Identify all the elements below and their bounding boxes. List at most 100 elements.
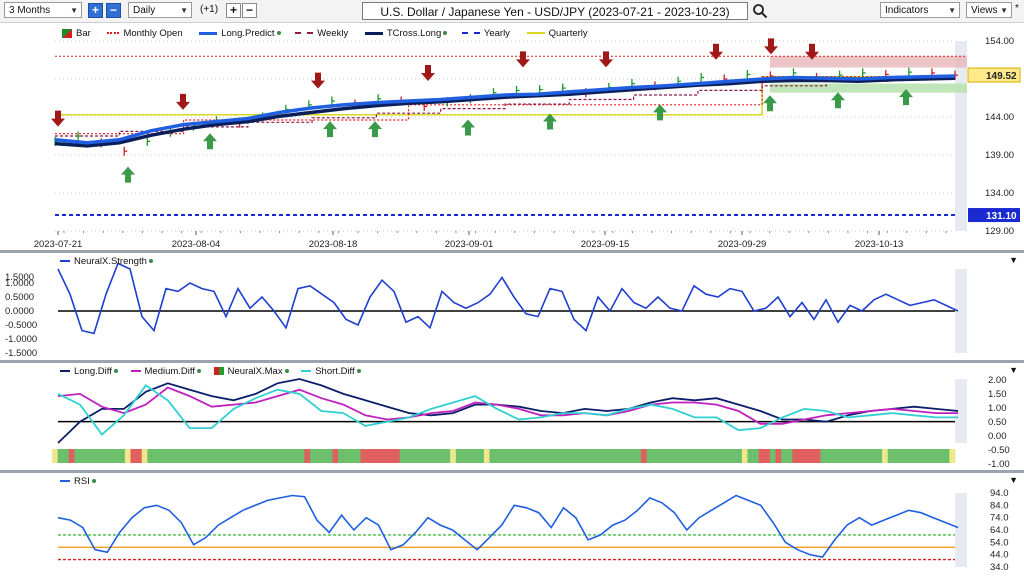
search-icon[interactable] (752, 3, 768, 19)
neuralx-max-cell (915, 449, 922, 463)
line-swatch-icon (526, 32, 545, 35)
neuralx-max-cell (607, 449, 614, 463)
legend-quarterly[interactable]: Quarterly (526, 28, 588, 39)
legend-short-diff[interactable]: Short.Diff (301, 366, 361, 377)
neuralx-max-cell (276, 449, 283, 463)
line-swatch-icon (199, 31, 218, 35)
symbol-title[interactable]: U.S. Dollar / Japanese Yen - USD/JPY (20… (362, 2, 748, 20)
collapse-icon[interactable]: ▼ (1009, 255, 1018, 265)
visibility-dot-icon[interactable] (197, 369, 202, 374)
collapse-icon[interactable]: ▼ (1009, 365, 1018, 375)
resistance-zone (770, 56, 967, 68)
legend-weekly[interactable]: Weekly (295, 28, 348, 39)
visibility-dot-icon[interactable] (276, 31, 281, 36)
plot-area (55, 41, 955, 231)
neuralx-max-cell (506, 449, 513, 463)
neuralx-max-cell (287, 449, 294, 463)
diff-axis-label: 0.50 (988, 417, 1007, 428)
diff-legend: Long.Diff Medium.Diff NeuralX.Max Short.… (60, 366, 361, 377)
neuralx-max-cell (119, 449, 126, 463)
neuralx-max-cell (63, 449, 70, 463)
visibility-dot-icon[interactable] (113, 369, 118, 374)
neuralx-max-cell (91, 449, 98, 463)
neuralx-max-cell (461, 449, 468, 463)
interval-select[interactable]: Daily ▼ (128, 2, 192, 18)
neuralx-max-cell (562, 449, 569, 463)
legend-neuralx-max[interactable]: NeuralX.Max (213, 366, 289, 377)
line-swatch-icon (130, 370, 141, 373)
neuralx-max-cell (259, 449, 266, 463)
neuralx-max-cell (859, 449, 866, 463)
neuralx-max-cell (786, 449, 793, 463)
date-label: 2023-09-01 (445, 239, 494, 250)
neuralx-max-cell (181, 449, 188, 463)
visibility-dot-icon[interactable] (356, 369, 361, 374)
neuralx-max-cell (949, 449, 956, 463)
neuralx-max-cell (270, 449, 277, 463)
neuralx-max-cell (551, 449, 558, 463)
neuralx-max-cell (169, 449, 176, 463)
rsi-chart[interactable]: 94.084.0 74.064.054.0 44.034.0 (0, 473, 1024, 584)
strength-legend[interactable]: NeuralX.Strength (60, 256, 153, 267)
strength-line (57, 262, 959, 335)
neuralx-max-cell (500, 449, 507, 463)
collapse-icon[interactable]: ▼ (1009, 475, 1018, 485)
neuralx-max-cell (539, 449, 546, 463)
offset-minus-button[interactable]: − (242, 3, 257, 18)
neuralx-max-cell (938, 449, 945, 463)
rsi-axis-label: 34.0 (990, 562, 1009, 573)
legend-tcross-long[interactable]: TCross.Long (364, 28, 448, 39)
strength-chart[interactable]: 1.50001.00000.50000.0000-0.5000-1.0000-1… (0, 253, 1024, 360)
neuralx-max-cell (820, 449, 827, 463)
neuralx-max-cell (152, 449, 159, 463)
views-select[interactable]: Views ▼ (966, 2, 1012, 18)
neuralx-max-cell (882, 449, 889, 463)
offset-plus-button[interactable]: + (226, 3, 241, 18)
neuralx-max-cell (590, 449, 597, 463)
current-price-label: 149.52 (986, 71, 1017, 82)
date-label: 2023-08-04 (172, 239, 221, 250)
neuralx-max-cell (377, 449, 384, 463)
neuralx-max-cell (747, 449, 754, 463)
rsi-axis-label: 94.0 (990, 488, 1009, 499)
neuralx-max-cell (910, 449, 917, 463)
legend-bar[interactable]: Bar (62, 28, 91, 39)
visibility-dot-icon[interactable] (443, 31, 448, 36)
legend-long-diff[interactable]: Long.Diff (60, 366, 118, 377)
neuralx-max-cell (450, 449, 457, 463)
visibility-dot-icon[interactable] (148, 259, 153, 264)
neuralx-max-cell (209, 449, 216, 463)
line-swatch-icon (60, 370, 70, 373)
neuralx-max-cell (702, 449, 709, 463)
neuralx-max-cell (455, 449, 462, 463)
legend-medium-diff[interactable]: Medium.Diff (130, 366, 202, 377)
zoom-out-button[interactable]: − (106, 3, 121, 18)
neuralx-max-cell (394, 449, 401, 463)
visibility-dot-icon[interactable] (91, 479, 96, 484)
rsi-pane: 94.0 84.0 74.0 64.0 54.0 44.0 34.0 RSI ▼ (0, 473, 1024, 584)
neuralx-max-cell (753, 449, 760, 463)
legend-yearly[interactable]: Yearly (461, 28, 510, 39)
legend-long-predict[interactable]: Long.Predict (199, 28, 281, 39)
neuralx-max-cell (467, 449, 474, 463)
indicators-select[interactable]: Indicators ▼ (880, 2, 960, 18)
neuralx-max-cell (652, 449, 659, 463)
neuralx-max-cell (831, 449, 838, 463)
neuralx-max-cell (354, 449, 361, 463)
neuralx-max-cell (96, 449, 103, 463)
zoom-in-button[interactable]: + (88, 3, 103, 18)
neuralx-max-cell (764, 449, 771, 463)
price-chart[interactable]: 154.00 144.00 139.00 134.00 129.00 149.52 131.… (0, 23, 1024, 250)
rsi-legend[interactable]: RSI (60, 476, 96, 487)
legend-monthly-open[interactable]: Monthly Open (107, 28, 183, 39)
visibility-dot-icon[interactable] (284, 369, 289, 374)
neuralx-max-cell (680, 449, 687, 463)
diff-chart[interactable]: 2.00 1.50 1.00 0.50 0.00 -0.50 -1.00 (0, 363, 1024, 470)
neuralx-max-cell (842, 449, 849, 463)
axis-strip (955, 41, 967, 231)
date-label: 2023-10-13 (855, 239, 904, 250)
period-select[interactable]: 3 Months ▼ (4, 2, 82, 18)
neuralx-max-cell (618, 449, 625, 463)
neuralx-max-cell (338, 449, 345, 463)
neuralx-max-cell (685, 449, 692, 463)
